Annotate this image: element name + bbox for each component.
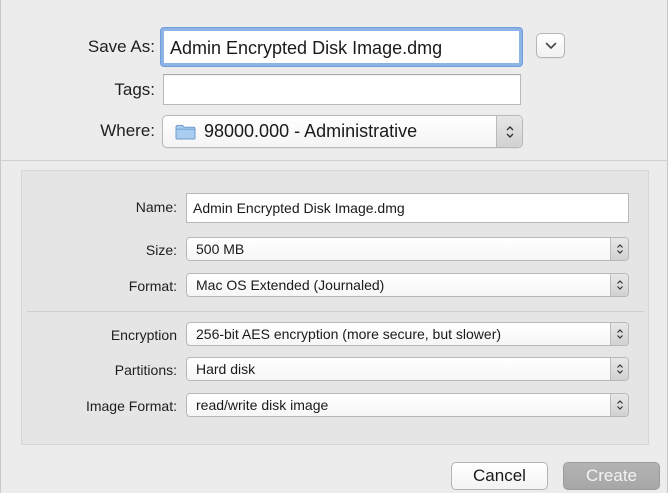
disk-image-options-panel: Name: Admin Encrypted Disk Image.dmg Siz… [21, 170, 649, 445]
tags-label: Tags: [114, 80, 155, 99]
format-stepper-icon [610, 274, 628, 296]
format-label: Format: [128, 278, 177, 294]
partitions-label: Partitions: [114, 362, 177, 378]
save-as-field[interactable]: Admin Encrypted Disk Image.dmg [161, 28, 522, 66]
where-label: Where: [100, 121, 155, 140]
save-as-label: Save As: [87, 37, 155, 56]
name-field[interactable]: Admin Encrypted Disk Image.dmg [186, 193, 629, 223]
format-value: Mac OS Extended (Journaled) [196, 277, 385, 293]
cancel-button[interactable]: Cancel [451, 462, 548, 490]
where-popup[interactable]: 98000.000 - Administrative [162, 115, 523, 148]
create-button[interactable]: Create [563, 462, 660, 490]
encryption-label: Encryption [110, 327, 177, 343]
options-divider [27, 311, 644, 312]
tags-field[interactable] [163, 74, 521, 105]
image-format-stepper-icon [610, 394, 628, 416]
partitions-popup[interactable]: Hard disk [186, 357, 629, 381]
folder-icon [175, 124, 196, 140]
chevron-down-icon [545, 42, 556, 49]
where-value: 98000.000 - Administrative [204, 121, 418, 141]
name-label: Name: [135, 199, 177, 215]
size-stepper-icon [610, 238, 628, 260]
partitions-stepper-icon [610, 358, 628, 380]
encryption-popup[interactable]: 256-bit AES encryption (more secure, but… [186, 322, 629, 346]
format-popup[interactable]: Mac OS Extended (Journaled) [186, 273, 629, 297]
size-label: Size: [145, 242, 177, 258]
encryption-stepper-icon [610, 323, 628, 345]
size-value: 500 MB [196, 241, 245, 257]
where-stepper-icon [496, 116, 522, 147]
encryption-value: 256-bit AES encryption (more secure, but… [196, 326, 502, 342]
expand-dialog-button[interactable] [536, 33, 565, 58]
image-format-value: read/write disk image [196, 397, 329, 413]
image-format-popup[interactable]: read/write disk image [186, 393, 629, 417]
save-dialog: Save As: Admin Encrypted Disk Image.dmg … [0, 0, 668, 493]
header-separator [1, 160, 668, 161]
size-popup[interactable]: 500 MB [186, 237, 629, 261]
image-format-label: Image Format: [85, 398, 177, 414]
partitions-value: Hard disk [196, 361, 256, 377]
